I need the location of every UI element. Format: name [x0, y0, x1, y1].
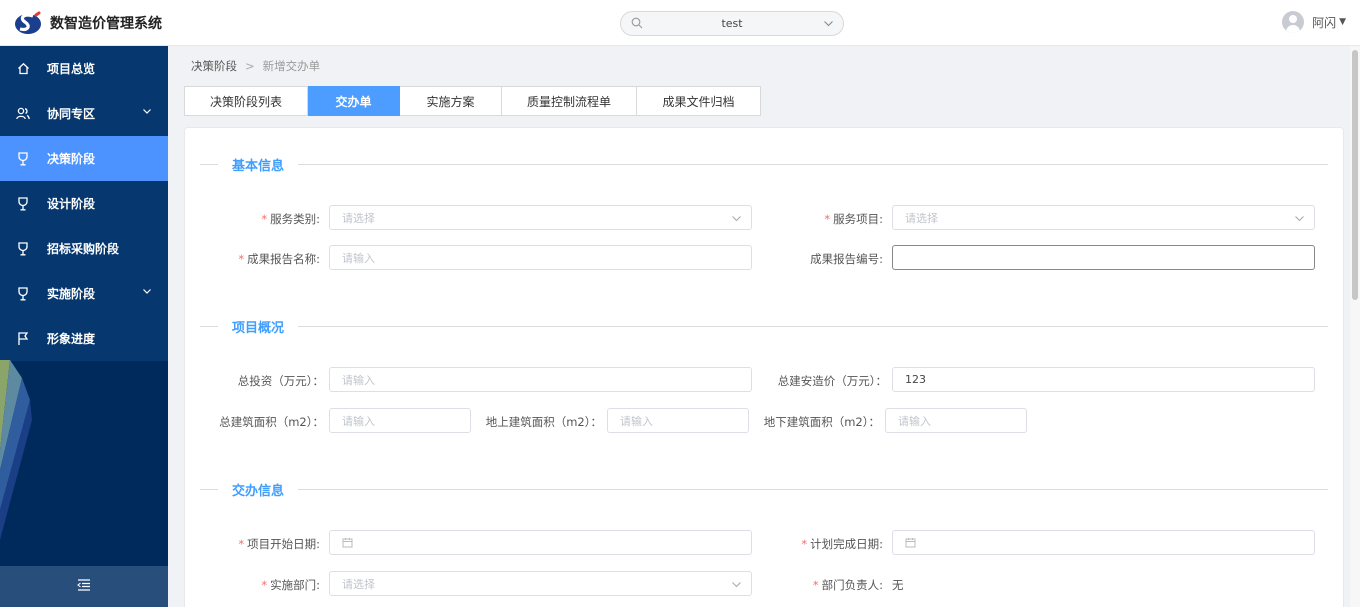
sidebar-item-label: 项目总览	[47, 62, 96, 76]
sidebar-item-overview[interactable]: 项目总览	[0, 46, 168, 91]
sidebar-menu: 项目总览 协同专区 决策阶段 设计阶段 招标采购阶段 实施阶段 形象进度	[0, 46, 168, 361]
project-select-value: test	[721, 17, 743, 30]
logo-icon	[14, 10, 42, 36]
planned-finish-date-label: * 计划完成日期:	[801, 537, 883, 551]
sidebar-item-bidding[interactable]: 招标采购阶段	[0, 226, 168, 271]
section-title: 交办信息	[232, 483, 285, 499]
chevron-down-icon	[731, 579, 742, 593]
service-category-label: * 服务类别:	[261, 212, 320, 226]
total-floor-area-label: 总建筑面积（m2）：	[219, 415, 324, 429]
breadcrumb-current: 新增交办单	[262, 59, 321, 73]
avatar	[1282, 11, 1305, 33]
total-install-price-input[interactable]: 123	[892, 367, 1315, 392]
chevron-down-icon	[1294, 213, 1305, 227]
breadcrumb: 决策阶段 > 新增交办单	[191, 58, 320, 74]
sidebar-item-label: 实施阶段	[47, 287, 96, 301]
calendar-icon	[342, 537, 353, 548]
department-label: * 实施部门:	[261, 578, 320, 592]
sidebar-item-design[interactable]: 设计阶段	[0, 181, 168, 226]
tab-quality-flow[interactable]: 质量控制流程单	[502, 86, 637, 116]
chevron-down-icon	[823, 18, 834, 32]
calendar-icon	[905, 537, 916, 548]
service-item-select[interactable]: 请选择	[892, 205, 1315, 230]
user-menu[interactable]: 阿闪 ▼	[1282, 11, 1346, 33]
sidebar: 项目总览 协同专区 决策阶段 设计阶段 招标采购阶段 实施阶段 形象进度	[0, 46, 168, 607]
report-name-label: * 成果报告名称:	[238, 252, 320, 266]
start-date-picker[interactable]	[329, 530, 752, 555]
tab-plan[interactable]: 实施方案	[400, 86, 502, 116]
total-investment-label: 总投资（万元）：	[237, 374, 324, 388]
sidebar-item-label: 设计阶段	[47, 197, 96, 211]
scrollbar-thumb[interactable]	[1352, 50, 1358, 300]
users-icon	[16, 107, 30, 121]
chevron-down-icon	[142, 105, 152, 119]
trophy-icon	[16, 286, 30, 301]
total-install-price-label: 总建安造价（万元）：	[777, 374, 887, 388]
trophy-icon	[16, 241, 30, 256]
flag-icon	[16, 331, 30, 346]
above-ground-area-input[interactable]: 请输入	[607, 408, 749, 433]
underground-area-input[interactable]: 请输入	[885, 408, 1027, 433]
department-select[interactable]: 请选择	[329, 571, 752, 596]
chevron-down-icon	[142, 285, 152, 299]
tab-handover[interactable]: 交办单	[308, 86, 400, 116]
department-head-value: 无	[892, 578, 904, 592]
section-handover-info: 交办信息	[200, 479, 1328, 499]
chevron-down-icon	[731, 213, 742, 227]
sidebar-collapse-button[interactable]	[0, 566, 168, 607]
project-select[interactable]: test	[620, 11, 844, 36]
section-title: 基本信息	[232, 158, 285, 174]
total-investment-input[interactable]: 请输入	[329, 367, 752, 392]
start-date-label: * 项目开始日期:	[238, 537, 320, 551]
caret-down-icon: ▼	[1339, 17, 1346, 27]
section-title: 项目概况	[232, 320, 285, 336]
above-ground-area-label: 地上建筑面积（m2）：	[485, 415, 602, 429]
planned-finish-date-picker[interactable]	[892, 530, 1315, 555]
department-head-label: * 部门负责人:	[812, 578, 883, 592]
section-basic-info: 基本信息	[200, 154, 1328, 174]
tab-bar: 决策阶段列表 交办单 实施方案 质量控制流程单 成果文件归档	[184, 86, 761, 116]
sidebar-item-collaboration[interactable]: 协同专区	[0, 91, 168, 136]
sidebar-item-implementation[interactable]: 实施阶段	[0, 271, 168, 316]
section-project-overview: 项目概况	[200, 316, 1328, 336]
top-header: 数智造价管理系统 test 阿闪 ▼	[0, 0, 1360, 46]
breadcrumb-parent[interactable]: 决策阶段	[191, 58, 237, 74]
home-icon	[16, 62, 30, 76]
sidebar-item-label: 招标采购阶段	[47, 242, 120, 256]
service-item-label: * 服务项目:	[824, 212, 883, 226]
menu-fold-icon	[77, 579, 91, 594]
underground-area-label: 地下建筑面积（m2）：	[763, 415, 880, 429]
app-logo: 数智造价管理系统	[14, 10, 162, 36]
user-name: 阿闪	[1312, 15, 1337, 30]
search-icon	[631, 17, 643, 32]
report-number-input[interactable]	[892, 245, 1315, 270]
sidebar-decoration	[0, 360, 168, 566]
report-number-label: 成果报告编号:	[810, 252, 883, 266]
sidebar-item-label: 决策阶段	[47, 152, 96, 166]
app-title: 数智造价管理系统	[50, 16, 162, 32]
report-name-input[interactable]: 请输入	[329, 245, 752, 270]
trophy-icon	[16, 196, 30, 211]
tab-decision-list[interactable]: 决策阶段列表	[184, 86, 308, 116]
sidebar-item-label: 协同专区	[47, 107, 96, 121]
sidebar-item-label: 形象进度	[47, 332, 96, 346]
chevron-right-icon: >	[245, 59, 255, 73]
tab-archive[interactable]: 成果文件归档	[637, 86, 761, 116]
sidebar-item-progress[interactable]: 形象进度	[0, 316, 168, 361]
service-category-select[interactable]: 请选择	[329, 205, 752, 230]
total-floor-area-input[interactable]: 请输入	[329, 408, 471, 433]
trophy-icon	[16, 151, 30, 166]
sidebar-item-decision[interactable]: 决策阶段	[0, 136, 168, 181]
page-scrollbar[interactable]	[1350, 46, 1360, 607]
